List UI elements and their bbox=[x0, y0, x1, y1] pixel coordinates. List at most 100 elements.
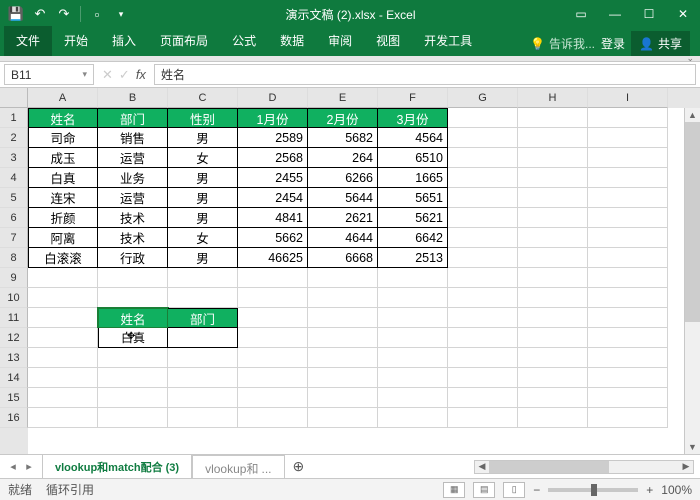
cell[interactable]: 2455 bbox=[238, 168, 308, 188]
cell[interactable]: 业务 bbox=[98, 168, 168, 188]
cell[interactable] bbox=[588, 248, 668, 268]
row-header[interactable]: 12 bbox=[0, 328, 28, 348]
cell[interactable] bbox=[168, 268, 238, 288]
cell[interactable] bbox=[588, 128, 668, 148]
view-pagelayout-icon[interactable]: ▤ bbox=[473, 482, 495, 498]
col-header[interactable]: C bbox=[168, 88, 238, 108]
col-header[interactable]: I bbox=[588, 88, 668, 108]
tab-developer[interactable]: 开发工具 bbox=[412, 26, 484, 56]
cell[interactable] bbox=[588, 348, 668, 368]
cell[interactable] bbox=[238, 308, 308, 328]
cell[interactable] bbox=[308, 288, 378, 308]
row-header[interactable]: 13 bbox=[0, 348, 28, 368]
col-header[interactable]: F bbox=[378, 88, 448, 108]
cell[interactable] bbox=[588, 228, 668, 248]
cell[interactable] bbox=[518, 348, 588, 368]
cell[interactable] bbox=[238, 348, 308, 368]
view-pagebreak-icon[interactable]: ▯ bbox=[503, 482, 525, 498]
row-header[interactable]: 11 bbox=[0, 308, 28, 328]
cell[interactable] bbox=[518, 308, 588, 328]
cell[interactable] bbox=[588, 368, 668, 388]
tab-view[interactable]: 视图 bbox=[364, 26, 412, 56]
cell[interactable]: 5644 bbox=[308, 188, 378, 208]
cell[interactable]: 2454 bbox=[238, 188, 308, 208]
cell[interactable] bbox=[448, 328, 518, 348]
redo-icon[interactable]: ↷ bbox=[54, 3, 74, 25]
cell[interactable] bbox=[588, 308, 668, 328]
horizontal-scrollbar[interactable]: ◀ ▶ bbox=[474, 460, 694, 474]
sheet-tab-other[interactable]: vlookup和 ... bbox=[192, 455, 284, 481]
row-header[interactable]: 2 bbox=[0, 128, 28, 148]
cell[interactable] bbox=[448, 308, 518, 328]
cell[interactable] bbox=[448, 248, 518, 268]
cell[interactable] bbox=[588, 408, 668, 428]
cell[interactable]: 技术 bbox=[98, 208, 168, 228]
cell[interactable] bbox=[378, 368, 448, 388]
scroll-up-icon[interactable]: ▲ bbox=[685, 108, 700, 122]
tab-insert[interactable]: 插入 bbox=[100, 26, 148, 56]
cell[interactable] bbox=[588, 328, 668, 348]
cell[interactable] bbox=[448, 288, 518, 308]
row-header[interactable]: 15 bbox=[0, 388, 28, 408]
row-header[interactable]: 1 bbox=[0, 108, 28, 128]
cell[interactable]: 5651 bbox=[378, 188, 448, 208]
cell[interactable] bbox=[518, 388, 588, 408]
minimize-button[interactable]: — bbox=[598, 0, 632, 28]
cell[interactable]: 6642 bbox=[378, 228, 448, 248]
cell[interactable]: 男 bbox=[168, 128, 238, 148]
maximize-button[interactable]: ☐ bbox=[632, 0, 666, 28]
cell[interactable]: 5662 bbox=[238, 228, 308, 248]
cell[interactable]: 4564 bbox=[378, 128, 448, 148]
cell[interactable] bbox=[28, 288, 98, 308]
cell[interactable] bbox=[518, 368, 588, 388]
cell[interactable] bbox=[378, 328, 448, 348]
cell[interactable] bbox=[448, 188, 518, 208]
cell[interactable] bbox=[168, 388, 238, 408]
sheet-tab-active[interactable]: vlookup和match配合 (3) bbox=[42, 454, 192, 481]
row-header[interactable]: 6 bbox=[0, 208, 28, 228]
cell[interactable]: 2568 bbox=[238, 148, 308, 168]
cell[interactable] bbox=[588, 108, 668, 128]
tab-data[interactable]: 数据 bbox=[268, 26, 316, 56]
cell[interactable] bbox=[518, 268, 588, 288]
cell[interactable]: 技术 bbox=[98, 228, 168, 248]
cell[interactable]: 女 bbox=[168, 228, 238, 248]
tab-review[interactable]: 审阅 bbox=[316, 26, 364, 56]
name-box[interactable]: B11▾ bbox=[4, 64, 94, 85]
cell[interactable]: 女 bbox=[168, 148, 238, 168]
row-header[interactable]: 4 bbox=[0, 168, 28, 188]
cell[interactable]: 男 bbox=[168, 188, 238, 208]
cell[interactable]: 男 bbox=[168, 248, 238, 268]
cell[interactable] bbox=[238, 388, 308, 408]
cell[interactable]: 264 bbox=[308, 148, 378, 168]
cell[interactable]: 4841 bbox=[238, 208, 308, 228]
cell[interactable] bbox=[308, 408, 378, 428]
cell[interactable]: 白滚滚 bbox=[28, 248, 98, 268]
col-header[interactable]: D bbox=[238, 88, 308, 108]
row-header[interactable]: 16 bbox=[0, 408, 28, 428]
cell[interactable] bbox=[168, 328, 238, 348]
cell[interactable]: 男 bbox=[168, 208, 238, 228]
cell[interactable]: 6510 bbox=[378, 148, 448, 168]
cell[interactable]: 行政 bbox=[98, 248, 168, 268]
cell[interactable] bbox=[378, 388, 448, 408]
cell[interactable]: 2513 bbox=[378, 248, 448, 268]
cell[interactable]: 46625 bbox=[238, 248, 308, 268]
zoom-slider[interactable] bbox=[548, 488, 638, 492]
cell[interactable]: 折颜 bbox=[28, 208, 98, 228]
cell[interactable] bbox=[448, 368, 518, 388]
col-header[interactable]: B bbox=[98, 88, 168, 108]
cell[interactable] bbox=[448, 168, 518, 188]
scroll-left-icon[interactable]: ◀ bbox=[475, 461, 489, 473]
cell[interactable] bbox=[588, 188, 668, 208]
cell[interactable] bbox=[28, 388, 98, 408]
enter-icon[interactable]: ✓ bbox=[119, 67, 130, 83]
tab-pagelayout[interactable]: 页面布局 bbox=[148, 26, 220, 56]
ribbon-options-icon[interactable]: ▭ bbox=[564, 0, 598, 28]
cell[interactable] bbox=[518, 148, 588, 168]
cell[interactable]: 运营 bbox=[98, 188, 168, 208]
fx-icon[interactable]: fx bbox=[136, 67, 146, 82]
qat-customize-icon[interactable]: ▾ bbox=[111, 3, 131, 25]
cell[interactable] bbox=[588, 268, 668, 288]
cell[interactable] bbox=[378, 348, 448, 368]
